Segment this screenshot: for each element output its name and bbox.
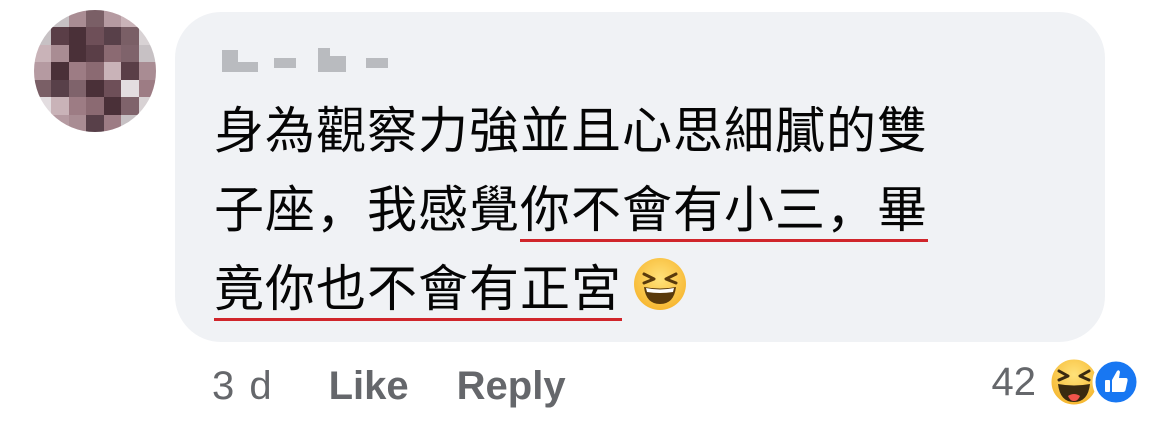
reply-button[interactable]: Reply: [457, 364, 566, 409]
comment-actions: 3 d Like Reply: [212, 358, 566, 414]
avatar-pixel: [68, 62, 87, 80]
comment-text-underlined: 你不會有小三，畢: [520, 181, 928, 239]
avatar-pixel: [121, 97, 139, 115]
avatar-pixel: [86, 97, 104, 115]
avatar-pixel: [51, 27, 69, 45]
avatar-pixel: [138, 44, 156, 63]
avatar-pixel: [68, 79, 87, 98]
avatar-pixel: [68, 27, 87, 45]
comment-timestamp[interactable]: 3 d: [212, 364, 274, 409]
laughing-emoji-icon: [634, 258, 686, 310]
avatar-pixel: [103, 44, 122, 63]
avatar[interactable]: [34, 10, 156, 132]
avatar-pixel: [34, 114, 52, 132]
comment-text: 身為觀察力強並且心思細膩的雙 子座，我感覺你不會有小三，畢 竟你也不會有正宮: [214, 92, 1084, 329]
avatar-pixel: [68, 10, 87, 28]
like-button[interactable]: Like: [329, 364, 409, 409]
avatar-pixel: [103, 114, 122, 132]
avatar-pixel: [138, 97, 156, 115]
avatar-pixel: [121, 27, 139, 45]
avatar-pixel: [86, 44, 104, 63]
avatar-pixel: [103, 10, 122, 28]
comment-item: 身為觀察力強並且心思細膩的雙 子座，我感覺你不會有小三，畢 竟你也不會有正宮 3…: [0, 0, 1170, 421]
avatar-pixel: [51, 44, 69, 63]
comment-text-underlined: 竟你也不會有正宮: [214, 260, 622, 318]
avatar-pixel: [86, 10, 104, 28]
avatar-pixel: [68, 97, 87, 115]
reaction-count: 42: [991, 359, 1037, 404]
avatar-pixel: [103, 97, 122, 115]
avatar-pixel: [138, 62, 156, 80]
avatar-pixel: [138, 114, 156, 132]
avatar-pixel: [138, 79, 156, 98]
avatar-pixel: [103, 62, 122, 80]
avatar-pixel: [51, 114, 69, 132]
avatar-pixel: [86, 27, 104, 45]
avatar-pixel: [121, 79, 139, 98]
avatar-pixel: [86, 79, 104, 98]
avatar-pixel: [138, 27, 156, 45]
avatar-pixel: [34, 97, 52, 115]
avatar-pixel: [68, 114, 87, 132]
avatar-pixel: [121, 62, 139, 80]
avatar-pixel: [121, 10, 139, 28]
avatar-pixel: [51, 97, 69, 115]
author-name-redacted[interactable]: [222, 48, 422, 74]
avatar-pixel: [86, 62, 104, 80]
avatar-pixel: [34, 10, 52, 28]
avatar-pixel: [103, 27, 122, 45]
avatar-pixel: [34, 27, 52, 45]
avatar-pixel: [121, 44, 139, 63]
avatar-pixel: [103, 79, 122, 98]
avatar-pixel: [34, 79, 52, 98]
avatar-pixel: [121, 114, 139, 132]
avatar-pixel: [51, 79, 69, 98]
like-reaction-icon: [1092, 358, 1140, 406]
avatar-pixel: [51, 62, 69, 80]
avatar-pixel: [86, 114, 104, 132]
avatar-pixel: [34, 44, 52, 63]
avatar-pixel: [34, 62, 52, 80]
reaction-summary[interactable]: 42: [992, 352, 1141, 412]
avatar-pixel: [138, 10, 156, 28]
avatar-pixel: [68, 44, 87, 63]
avatar-pixel: [51, 10, 69, 28]
